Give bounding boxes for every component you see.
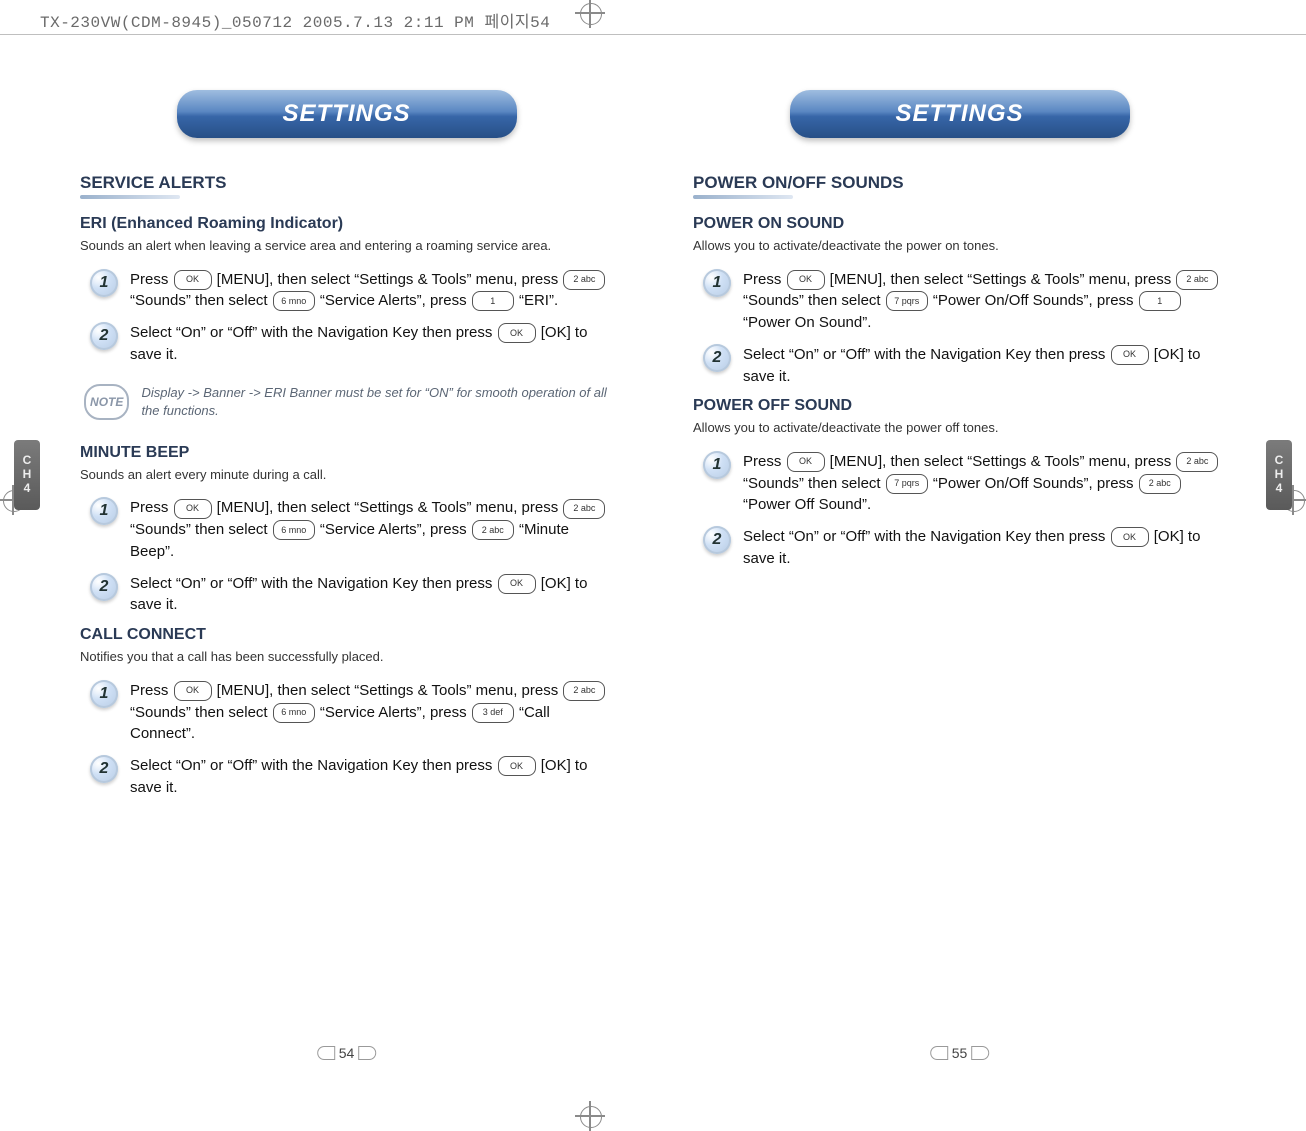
chapter-tab-num: 4 xyxy=(24,482,31,496)
step-text: Select “On” or “Off” with the Navigation… xyxy=(130,755,613,799)
chapter-tab-h: H xyxy=(23,468,32,482)
heading-underline xyxy=(80,195,180,199)
step-badge: 1 xyxy=(703,451,731,479)
key-k1-icon: 1 xyxy=(1139,291,1181,311)
step-text: Select “On” or “Off” with the Navigation… xyxy=(743,526,1226,570)
right-content: POWER ON/OFF SOUNDS POWER ON SOUND Allows … xyxy=(693,173,1226,570)
document-header: TX-230VW(CDM-8945)_050712 2005.7.13 2:11… xyxy=(40,8,550,32)
page-number-right: 55 xyxy=(926,1045,994,1063)
subsection-desc: Sounds an alert every minute during a ca… xyxy=(80,466,613,484)
page-spread: CH 4 SETTINGS SERVICE ALERTSERI (Enhance… xyxy=(40,60,1266,1069)
subsection-desc: Notifies you that a call has been succes… xyxy=(80,648,613,666)
step-badge: 2 xyxy=(703,344,731,372)
step: 2 Select “On” or “Off” with the Navigatio… xyxy=(90,573,613,617)
chapter-tab-num-r: 4 xyxy=(1276,482,1283,496)
page-title-pill-right: SETTINGS xyxy=(790,90,1130,138)
note: NOTE Display -> Banner -> ERI Banner must… xyxy=(84,384,613,420)
crop-mark-top-icon xyxy=(575,0,605,28)
step: 1 Press OK [MENU], then select “Settings … xyxy=(703,451,1226,516)
step: 2 Select “On” or “Off” with the Navigatio… xyxy=(703,526,1226,570)
step: 2 Select “On” or “Off” with the Navigatio… xyxy=(90,322,613,366)
key-k3-icon: 3 def xyxy=(472,703,514,723)
key-k2-icon: 2 abc xyxy=(1176,452,1218,472)
step: 1 Press OK [MENU], then select “Settings … xyxy=(90,680,613,745)
crop-mark-bottom-icon xyxy=(575,1101,605,1131)
step-badge: 1 xyxy=(90,497,118,525)
chapter-tab-left: CH 4 xyxy=(14,440,40,510)
key-k2-icon: 2 abc xyxy=(1176,270,1218,290)
step-badge: 2 xyxy=(90,322,118,350)
page-title-right: SETTINGS xyxy=(895,100,1023,128)
chapter-tab-c: C xyxy=(23,454,32,468)
subsection-desc: Sounds an alert when leaving a service a… xyxy=(80,237,613,255)
key-k2-icon: 2 abc xyxy=(563,499,605,519)
step: 1 Press OK [MENU], then select “Settings … xyxy=(90,497,613,562)
subsection-heading: POWER ON SOUND xyxy=(693,215,1226,233)
key-ok-icon: OK xyxy=(498,756,536,776)
key-ok-icon: OK xyxy=(174,499,212,519)
key-k2-icon: 2 abc xyxy=(563,270,605,290)
step-text: Press OK [MENU], then select “Settings &… xyxy=(130,497,613,562)
left-page: CH 4 SETTINGS SERVICE ALERTSERI (Enhance… xyxy=(40,60,653,1069)
step-badge: 2 xyxy=(90,755,118,783)
chapter-tab-h-r: H xyxy=(1275,468,1284,482)
crop-line-top xyxy=(0,34,1306,35)
step-badge: 2 xyxy=(703,526,731,554)
subsection-heading: CALL CONNECT xyxy=(80,626,613,644)
subsection-heading: ERI (Enhanced Roaming Indicator) xyxy=(80,215,613,233)
step-badge: 1 xyxy=(90,269,118,297)
step-text: Select “On” or “Off” with the Navigation… xyxy=(130,573,613,617)
chapter-tab-c-r: C xyxy=(1275,454,1284,468)
section-heading: SERVICE ALERTS xyxy=(80,173,613,193)
step-text: Press OK [MENU], then select “Settings &… xyxy=(743,451,1226,516)
key-k2-icon: 2 abc xyxy=(1139,474,1181,494)
step: 2 Select “On” or “Off” with the Navigatio… xyxy=(90,755,613,799)
subsection-heading: POWER OFF SOUND xyxy=(693,397,1226,415)
step-badge: 1 xyxy=(90,680,118,708)
key-ok-icon: OK xyxy=(787,452,825,472)
step-text: Select “On” or “Off” with the Navigation… xyxy=(743,344,1226,388)
key-ok-icon: OK xyxy=(1111,527,1149,547)
step-text: Press OK [MENU], then select “Settings &… xyxy=(130,680,613,745)
right-page: CH 4 SETTINGS POWER ON/OFF SOUNDSPOWER O… xyxy=(653,60,1266,1069)
subsection-desc: Allows you to activate/deactivate the po… xyxy=(693,237,1226,255)
key-k2-icon: 2 abc xyxy=(563,681,605,701)
key-k6-icon: 6 mno xyxy=(273,703,315,723)
step: 2 Select “On” or “Off” with the Navigatio… xyxy=(703,344,1226,388)
step-text: Press OK [MENU], then select “Settings &… xyxy=(743,269,1226,334)
page-title-pill-left: SETTINGS xyxy=(177,90,517,138)
step: 1Press OK [MENU], then select “Settings … xyxy=(703,269,1226,334)
key-ok-icon: OK xyxy=(787,270,825,290)
step-badge: 2 xyxy=(90,573,118,601)
canvas: TX-230VW(CDM-8945)_050712 2005.7.13 2:11… xyxy=(0,0,1306,1129)
key-k2-icon: 2 abc xyxy=(472,520,514,540)
key-ok-icon: OK xyxy=(174,270,212,290)
key-k6-icon: 6 mno xyxy=(273,520,315,540)
note-icon: NOTE xyxy=(84,384,129,420)
left-content: SERVICE ALERTS ERI (Enhanced Roaming Indi… xyxy=(80,173,613,799)
step: 1Press OK [MENU], then select “Settings … xyxy=(90,269,613,313)
page-title-left: SETTINGS xyxy=(282,100,410,128)
key-ok-icon: OK xyxy=(498,323,536,343)
key-k6-icon: 6 mno xyxy=(273,291,315,311)
heading-underline xyxy=(693,195,793,199)
page-number-left: 54 xyxy=(313,1045,381,1063)
chapter-tab-right: CH 4 xyxy=(1266,440,1292,510)
step-text: Select “On” or “Off” with the Navigation… xyxy=(130,322,613,366)
step-text: Press OK [MENU], then select “Settings &… xyxy=(130,269,613,313)
subsection-desc: Allows you to activate/deactivate the po… xyxy=(693,419,1226,437)
note-text: Display -> Banner -> ERI Banner must be … xyxy=(141,384,613,420)
step-badge: 1 xyxy=(703,269,731,297)
key-k7-icon: 7 pqrs xyxy=(886,474,928,494)
key-ok-icon: OK xyxy=(174,681,212,701)
section-heading: POWER ON/OFF SOUNDS xyxy=(693,173,1226,193)
subsection-heading: MINUTE BEEP xyxy=(80,444,613,462)
page-number-left-value: 54 xyxy=(339,1045,355,1061)
key-ok-icon: OK xyxy=(498,574,536,594)
key-ok-icon: OK xyxy=(1111,345,1149,365)
page-number-right-value: 55 xyxy=(952,1045,968,1061)
key-k7-icon: 7 pqrs xyxy=(886,291,928,311)
key-k1-icon: 1 xyxy=(472,291,514,311)
